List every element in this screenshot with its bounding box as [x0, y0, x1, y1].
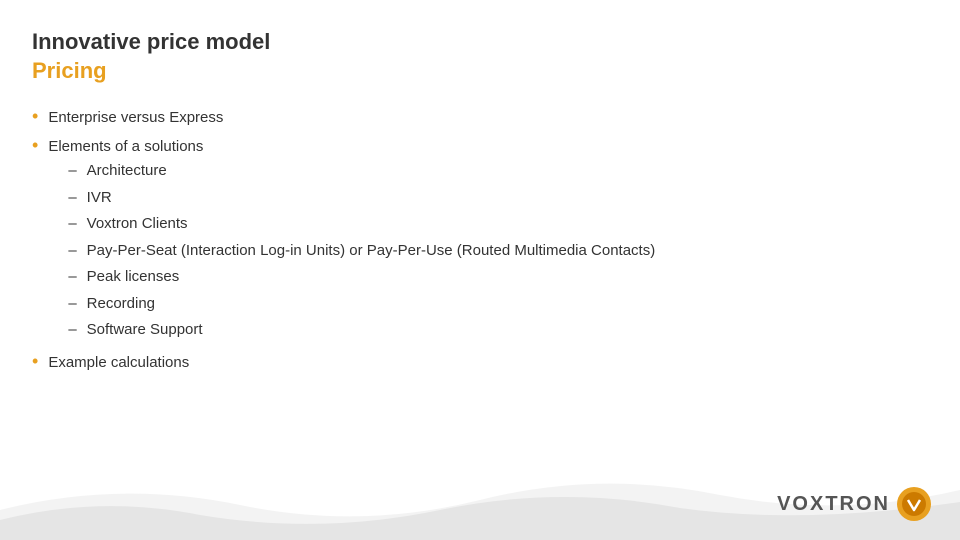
sub-dash-6: –	[68, 293, 76, 316]
bullet-dot-2: •	[32, 135, 38, 156]
sub-text-2: IVR	[87, 187, 112, 210]
sub-dash-7: –	[68, 319, 76, 342]
sub-text-6: Recording	[87, 293, 155, 316]
logo-text: VOXTRON	[777, 493, 890, 516]
sub-dash-2: –	[68, 187, 76, 210]
bullet-item-1: • Enterprise versus Express	[32, 107, 928, 130]
sub-item-1: –Architecture	[68, 160, 655, 183]
title-sub: Pricing	[32, 57, 928, 86]
slide-content: • Enterprise versus Express • Elements o…	[0, 97, 960, 374]
bullet-text-2: Elements of a solutions	[48, 138, 203, 155]
bullet-dot-3: •	[32, 351, 38, 372]
sub-dash-4: –	[68, 240, 76, 263]
sub-item-4: –Pay-Per-Seat (Interaction Log-in Units)…	[68, 240, 655, 263]
sub-dash-1: –	[68, 160, 76, 183]
sub-text-5: Peak licenses	[87, 266, 180, 289]
bullet-2-content: Elements of a solutions –Architecture–IV…	[48, 136, 655, 346]
sub-dash-3: –	[68, 213, 76, 236]
sub-item-6: –Recording	[68, 293, 655, 316]
slide-header: Innovative price model Pricing	[0, 0, 960, 97]
sub-items-list: –Architecture–IVR–Voxtron Clients–Pay-Pe…	[68, 160, 655, 342]
bullet-item-2: • Elements of a solutions –Architecture–…	[32, 136, 928, 346]
slide-container: Innovative price model Pricing • Enterpr…	[0, 0, 960, 540]
sub-text-1: Architecture	[87, 160, 167, 183]
sub-dash-5: –	[68, 266, 76, 289]
sub-text-4: Pay-Per-Seat (Interaction Log-in Units) …	[87, 240, 656, 263]
sub-item-2: –IVR	[68, 187, 655, 210]
sub-item-7: –Software Support	[68, 319, 655, 342]
logo-icon	[896, 486, 932, 522]
sub-item-3: –Voxtron Clients	[68, 213, 655, 236]
bullet-text-3: Example calculations	[48, 352, 189, 375]
sub-item-5: –Peak licenses	[68, 266, 655, 289]
sub-text-7: Software Support	[87, 319, 203, 342]
bullet-item-3: • Example calculations	[32, 352, 928, 375]
bullet-dot-1: •	[32, 106, 38, 127]
bullet-text-1: Enterprise versus Express	[48, 107, 223, 130]
title-main: Innovative price model	[32, 28, 928, 57]
sub-text-3: Voxtron Clients	[87, 213, 188, 236]
voxtron-logo: VOXTRON	[777, 486, 932, 522]
